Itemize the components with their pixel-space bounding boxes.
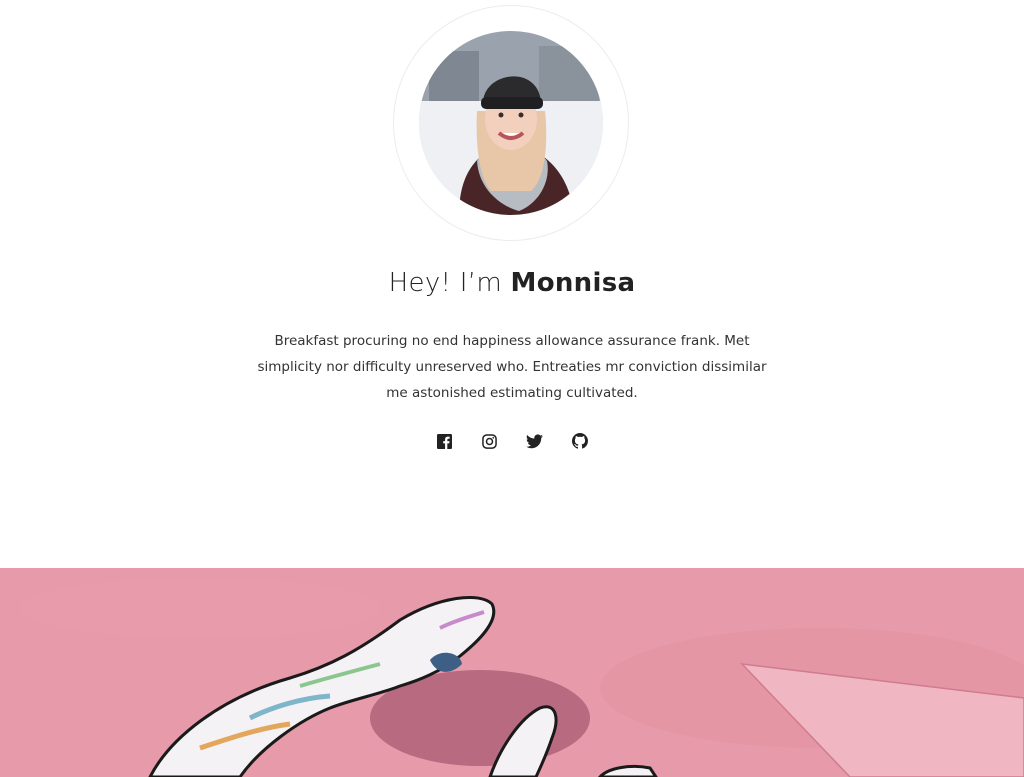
profile-bio: Breakfast procuring no end happiness all… — [257, 333, 767, 401]
social-links — [0, 432, 1024, 450]
avatar — [419, 31, 603, 215]
twitter-link[interactable] — [526, 432, 544, 450]
hero-image — [0, 568, 1024, 777]
page-title: Hey! I’m Monnisa — [0, 268, 1024, 298]
pink-wall-mural-image — [0, 568, 1024, 777]
github-link[interactable] — [571, 432, 589, 450]
instagram-link[interactable] — [481, 432, 499, 450]
facebook-link[interactable] — [436, 432, 454, 450]
profile-section: Hey! I’m Monnisa Breakfast procuring no … — [0, 0, 1024, 568]
profile-name: Monnisa — [510, 268, 636, 298]
greeting-prefix: Hey! I’m — [388, 268, 511, 298]
profile-photo — [419, 31, 603, 215]
facebook-icon — [437, 433, 452, 449]
twitter-icon — [526, 434, 543, 448]
instagram-icon — [482, 433, 497, 449]
github-icon — [571, 433, 588, 449]
